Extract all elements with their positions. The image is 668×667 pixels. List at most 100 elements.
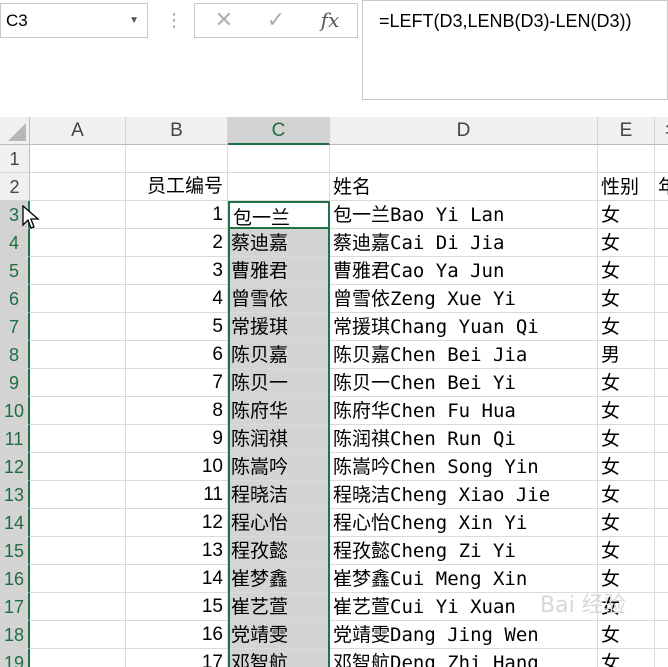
cell-D[interactable]: 陈府华Chen Fu Hua	[330, 397, 598, 425]
cell-C[interactable]: 程心怡	[228, 509, 330, 537]
cell-F[interactable]	[655, 229, 668, 257]
cell-C[interactable]: 陈嵩吟	[228, 453, 330, 481]
cell-E[interactable]: 女	[598, 201, 655, 229]
cell-F[interactable]	[655, 257, 668, 285]
row-header[interactable]: 1	[0, 145, 30, 173]
cell-A[interactable]	[30, 593, 126, 621]
cell-D[interactable]: 常援琪Chang Yuan Qi	[330, 313, 598, 341]
row-header[interactable]: 5	[0, 257, 30, 285]
cell-F[interactable]	[655, 201, 668, 229]
active-cell[interactable]: 包一兰	[228, 201, 330, 229]
cell-F[interactable]	[655, 145, 668, 173]
cell-B[interactable]: 6	[126, 341, 228, 369]
cell-C[interactable]: 曾雪依	[228, 285, 330, 313]
cell-D[interactable]: 陈贝一Chen Bei Yi	[330, 369, 598, 397]
cell-E[interactable]: 女	[598, 453, 655, 481]
cell-E[interactable]: 女	[598, 509, 655, 537]
cell-E[interactable]: 女	[598, 285, 655, 313]
cell-D[interactable]: 党靖雯Dang Jing Wen	[330, 621, 598, 649]
cell-A[interactable]	[30, 537, 126, 565]
cell-C[interactable]: 崔艺萱	[228, 593, 330, 621]
cell-D[interactable]: 程晓洁Cheng Xiao Jie	[330, 481, 598, 509]
formula-input[interactable]: =LEFT(D3,LENB(D3)-LEN(D3))	[362, 0, 668, 100]
column-header-B[interactable]: B	[126, 117, 228, 145]
cell-E[interactable]: 男	[598, 341, 655, 369]
cell-F[interactable]	[655, 425, 668, 453]
cell-D[interactable]: 曹雅君Cao Ya Jun	[330, 257, 598, 285]
row-header[interactable]: 8	[0, 341, 30, 369]
cell-B[interactable]: 2	[126, 229, 228, 257]
row-header[interactable]: 12	[0, 453, 30, 481]
cell-F[interactable]	[655, 285, 668, 313]
cell-B[interactable]: 员工编号	[126, 173, 228, 201]
cell-D[interactable]: 陈嵩吟Chen Song Yin	[330, 453, 598, 481]
row-header[interactable]: 11	[0, 425, 30, 453]
select-all-button[interactable]	[0, 117, 30, 145]
drag-handle-icon[interactable]: ⋮	[165, 6, 183, 36]
cell-F[interactable]	[655, 313, 668, 341]
cell-F[interactable]	[655, 369, 668, 397]
cell-F[interactable]	[655, 341, 668, 369]
cell-D[interactable]: 陈贝嘉Chen Bei Jia	[330, 341, 598, 369]
cell-B[interactable]: 10	[126, 453, 228, 481]
cell-A[interactable]	[30, 621, 126, 649]
cell-E[interactable]: 女	[598, 481, 655, 509]
cell-C[interactable]: 陈府华	[228, 397, 330, 425]
cell-C[interactable]: 党靖雯	[228, 621, 330, 649]
cell-A[interactable]	[30, 341, 126, 369]
confirm-icon[interactable]: ✓	[251, 4, 301, 37]
cell-E[interactable]: 女	[598, 229, 655, 257]
row-header[interactable]: 9	[0, 369, 30, 397]
cell-F[interactable]	[655, 593, 668, 621]
cell-C[interactable]: 崔梦鑫	[228, 565, 330, 593]
cell-C[interactable]: 曹雅君	[228, 257, 330, 285]
cell-B[interactable]: 13	[126, 537, 228, 565]
cell-C[interactable]: 陈润祺	[228, 425, 330, 453]
cell-B[interactable]: 3	[126, 257, 228, 285]
row-header[interactable]: 15	[0, 537, 30, 565]
row-header[interactable]: 10	[0, 397, 30, 425]
cell-B[interactable]: 7	[126, 369, 228, 397]
cell-F[interactable]	[655, 649, 668, 667]
chevron-down-icon[interactable]: ▼	[129, 4, 139, 37]
cell-D[interactable]: 曾雪依Zeng Xue Yi	[330, 285, 598, 313]
cell-B[interactable]: 8	[126, 397, 228, 425]
cell-A[interactable]	[30, 425, 126, 453]
cell-E[interactable]: 女	[598, 397, 655, 425]
cell-B[interactable]: 9	[126, 425, 228, 453]
cell-A[interactable]	[30, 565, 126, 593]
cell-C[interactable]: 邓智航	[228, 649, 330, 667]
column-header-D[interactable]: D	[330, 117, 598, 145]
cell-B[interactable]: 16	[126, 621, 228, 649]
cell-A[interactable]	[30, 313, 126, 341]
cell-F[interactable]: 年	[655, 173, 668, 201]
cell-D[interactable]: 程心怡Cheng Xin Yi	[330, 509, 598, 537]
cell-A[interactable]	[30, 285, 126, 313]
cell-F[interactable]	[655, 537, 668, 565]
cell-E[interactable]: 女	[598, 313, 655, 341]
cell-F[interactable]	[655, 397, 668, 425]
cell-F[interactable]	[655, 481, 668, 509]
row-header[interactable]: 6	[0, 285, 30, 313]
column-header-E[interactable]: E	[598, 117, 655, 145]
cell-F[interactable]	[655, 453, 668, 481]
row-header[interactable]: 2	[0, 173, 30, 201]
cell-D[interactable]: 姓名	[330, 173, 598, 201]
row-header[interactable]: 4	[0, 229, 30, 257]
cell-A[interactable]	[30, 397, 126, 425]
cell-E[interactable]: 性别	[598, 173, 655, 201]
cell-F[interactable]	[655, 565, 668, 593]
cell-C[interactable]	[228, 173, 330, 201]
cell-A[interactable]	[30, 257, 126, 285]
row-header[interactable]: 7	[0, 313, 30, 341]
cell-B[interactable]: 14	[126, 565, 228, 593]
column-header-年[interactable]: 年	[655, 117, 668, 145]
row-header[interactable]: 19	[0, 649, 30, 667]
cell-A[interactable]	[30, 369, 126, 397]
cell-D[interactable]: 包一兰Bao Yi Lan	[330, 201, 598, 229]
cell-A[interactable]	[30, 481, 126, 509]
name-box[interactable]: C3 ▼	[0, 3, 148, 38]
cell-E[interactable]: 女	[598, 257, 655, 285]
cell-D[interactable]: 邓智航Deng Zhi Hang	[330, 649, 598, 667]
cell-A[interactable]	[30, 145, 126, 173]
